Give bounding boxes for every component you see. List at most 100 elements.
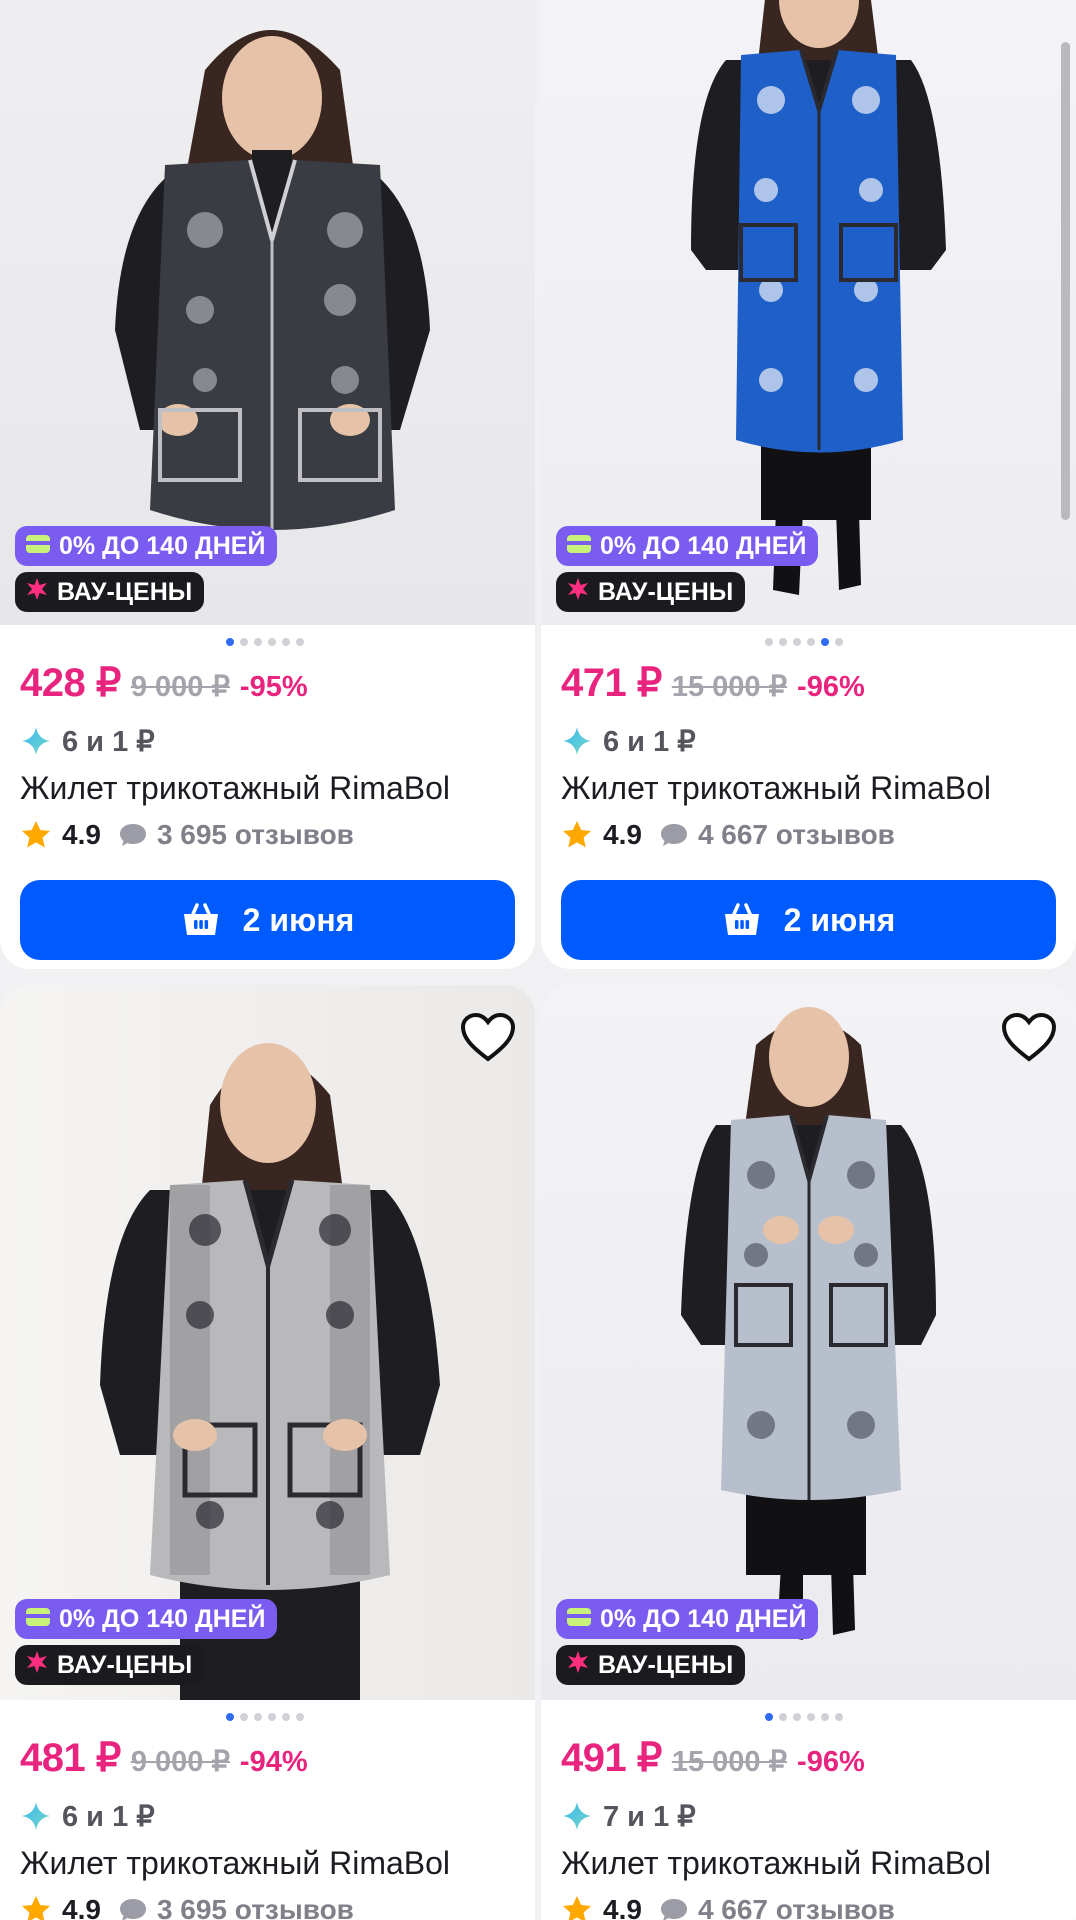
promo-badges: 0% ДО 140 ДНЕЙ ВАУ-ЦЕНЫ xyxy=(15,526,278,618)
pager-dot xyxy=(226,1713,234,1721)
installment-label: 0% ДО 140 ДНЕЙ xyxy=(59,1604,266,1633)
pager-dot xyxy=(779,638,787,646)
points-label: 7 и 1 ₽ xyxy=(603,1800,696,1833)
model-illustration xyxy=(681,1007,936,1640)
product-photo[interactable]: 0% ДО 140 ДНЕЙ ВАУ-ЦЕНЫ xyxy=(0,0,535,625)
old-price: 15 000 ₽ xyxy=(671,671,788,703)
points-row: 6 и 1 ₽ xyxy=(561,718,1056,764)
product-title[interactable]: Жилет трикотажный RimaBol xyxy=(20,1839,515,1887)
pager-dot xyxy=(226,638,234,646)
points-row: 7 и 1 ₽ xyxy=(561,1793,1056,1839)
delivery-date-label: 2 июня xyxy=(783,901,896,938)
product-card[interactable]: 0% ДО 140 ДНЕЙ ВАУ-ЦЕНЫ 491 ₽ 15 000 ₽ -… xyxy=(541,985,1076,1920)
rating-value: 4.9 xyxy=(603,819,642,850)
rating-row: 4.9 4 667 отзывов xyxy=(561,812,1056,858)
product-info: 428 ₽ 9 000 ₽ -95% 6 и 1 ₽ Жилет трикота… xyxy=(20,660,515,960)
sparkle-icon xyxy=(563,727,591,755)
reviews-count[interactable]: 3 695 отзывов xyxy=(157,819,354,851)
installment-label: 0% ДО 140 ДНЕЙ xyxy=(600,531,807,560)
pager-dot xyxy=(254,1713,262,1721)
scrollbar[interactable] xyxy=(1061,42,1070,520)
product-card[interactable]: 0% ДО 140 ДНЕЙ ВАУ-ЦЕНЫ 481 ₽ 9 000 ₽ -9… xyxy=(0,985,535,1920)
burst-icon xyxy=(25,577,49,608)
favorite-heart-icon[interactable] xyxy=(459,1011,517,1063)
installment-badge: 0% ДО 140 ДНЕЙ xyxy=(15,526,278,566)
wow-price-badge: ВАУ-ЦЕНЫ xyxy=(556,1645,746,1685)
card-icon xyxy=(25,532,51,561)
basket-icon xyxy=(724,903,759,935)
installment-badge: 0% ДО 140 ДНЕЙ xyxy=(556,1599,819,1639)
installment-label: 0% ДО 140 ДНЕЙ xyxy=(600,1604,807,1633)
image-pager-dots xyxy=(765,1713,843,1721)
sparkle-icon xyxy=(22,1802,50,1830)
card-icon xyxy=(25,1605,51,1634)
product-info: 471 ₽ 15 000 ₽ -96% 6 и 1 ₽ Жилет трикот… xyxy=(561,660,1056,960)
add-to-cart-button[interactable]: 2 июня xyxy=(561,880,1056,960)
old-price: 15 000 ₽ xyxy=(671,1746,788,1778)
points-row: 6 и 1 ₽ xyxy=(20,1793,515,1839)
reviews-count[interactable]: 3 695 отзывов xyxy=(157,1894,354,1920)
burst-icon xyxy=(25,1650,49,1681)
installment-badge: 0% ДО 140 ДНЕЙ xyxy=(15,1599,278,1639)
sparkle-icon xyxy=(22,727,50,755)
discount-percent: -95% xyxy=(239,671,308,703)
product-photo[interactable]: 0% ДО 140 ДНЕЙ ВАУ-ЦЕНЫ xyxy=(0,985,535,1700)
reviews-count[interactable]: 4 667 отзывов xyxy=(698,1894,895,1920)
rating-row: 4.9 4 667 отзывов xyxy=(561,1887,1056,1920)
wow-price-label: ВАУ-ЦЕНЫ xyxy=(57,577,193,606)
wow-price-badge: ВАУ-ЦЕНЫ xyxy=(15,1645,205,1685)
basket-icon xyxy=(183,903,218,935)
price-row: 428 ₽ 9 000 ₽ -95% xyxy=(20,660,515,718)
rating-value: 4.9 xyxy=(62,819,101,850)
product-info: 481 ₽ 9 000 ₽ -94% 6 и 1 ₽ Жилет трикота… xyxy=(20,1735,515,1920)
card-icon xyxy=(566,532,592,561)
burst-icon xyxy=(566,577,590,608)
discount-percent: -94% xyxy=(239,1746,308,1778)
reviews-count[interactable]: 4 667 отзывов xyxy=(698,819,895,851)
current-price: 428 ₽ xyxy=(20,661,121,705)
rating-value: 4.9 xyxy=(62,1894,101,1920)
product-card[interactable]: 0% ДО 140 ДНЕЙ ВАУ-ЦЕНЫ 428 ₽ 9 000 ₽ -9… xyxy=(0,0,535,969)
image-pager-dots xyxy=(226,1713,304,1721)
sparkle-icon xyxy=(563,1802,591,1830)
promo-badges: 0% ДО 140 ДНЕЙ ВАУ-ЦЕНЫ xyxy=(15,1599,278,1691)
current-price: 471 ₽ xyxy=(561,661,662,705)
product-title[interactable]: Жилет трикотажный RimaBol xyxy=(20,764,515,812)
promo-badges: 0% ДО 140 ДНЕЙ ВАУ-ЦЕНЫ xyxy=(556,526,819,618)
price-row: 471 ₽ 15 000 ₽ -96% xyxy=(561,660,1056,718)
wow-price-label: ВАУ-ЦЕНЫ xyxy=(598,1650,734,1679)
rating-value: 4.9 xyxy=(603,1894,642,1920)
wow-price-badge: ВАУ-ЦЕНЫ xyxy=(556,572,746,612)
image-pager-dots xyxy=(226,638,304,646)
comment-icon xyxy=(119,1899,146,1920)
star-icon xyxy=(22,1896,50,1920)
pager-dot xyxy=(240,1713,248,1721)
product-photo[interactable]: 0% ДО 140 ДНЕЙ ВАУ-ЦЕНЫ xyxy=(541,985,1076,1700)
favorite-heart-icon[interactable] xyxy=(1000,1011,1058,1063)
product-title[interactable]: Жилет трикотажный RimaBol xyxy=(561,1839,1056,1887)
pager-dot xyxy=(821,1713,829,1721)
pager-dot xyxy=(268,1713,276,1721)
image-pager-dots xyxy=(765,638,843,646)
product-title[interactable]: Жилет трикотажный RimaBol xyxy=(561,764,1056,812)
delivery-date-label: 2 июня xyxy=(242,901,355,938)
add-to-cart-button[interactable]: 2 июня xyxy=(20,880,515,960)
pager-dot xyxy=(282,1713,290,1721)
wow-price-label: ВАУ-ЦЕНЫ xyxy=(598,577,734,606)
rating-row: 4.9 3 695 отзывов xyxy=(20,812,515,858)
points-label: 6 и 1 ₽ xyxy=(603,725,696,758)
price-row: 491 ₽ 15 000 ₽ -96% xyxy=(561,1735,1056,1793)
discount-percent: -96% xyxy=(797,1746,865,1778)
rating-row: 4.9 3 695 отзывов xyxy=(20,1887,515,1920)
pager-dot xyxy=(240,638,248,646)
installment-badge: 0% ДО 140 ДНЕЙ xyxy=(556,526,819,566)
pager-dot xyxy=(282,638,290,646)
product-photo[interactable]: 0% ДО 140 ДНЕЙ ВАУ-ЦЕНЫ xyxy=(541,0,1076,625)
current-price: 481 ₽ xyxy=(20,1736,121,1780)
product-card[interactable]: 0% ДО 140 ДНЕЙ ВАУ-ЦЕНЫ 471 ₽ 15 000 ₽ -… xyxy=(541,0,1076,969)
points-row: 6 и 1 ₽ xyxy=(20,718,515,764)
pager-dot xyxy=(765,1713,773,1721)
card-icon xyxy=(566,1605,592,1634)
pager-dot xyxy=(268,638,276,646)
current-price: 491 ₽ xyxy=(561,1736,662,1780)
